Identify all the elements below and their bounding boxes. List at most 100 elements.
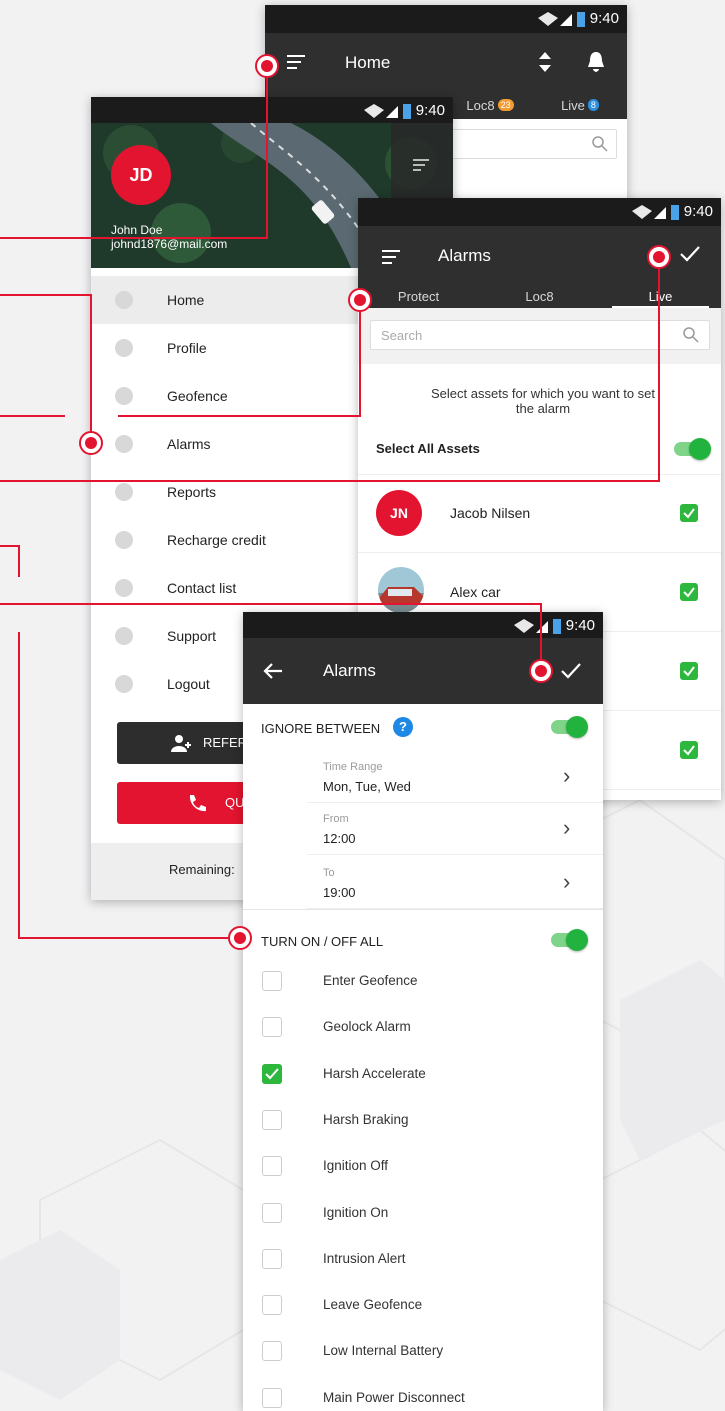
alarm-option-checkbox[interactable] — [262, 1063, 282, 1084]
check-icon — [683, 508, 695, 519]
alarm-option-checkbox[interactable] — [262, 1295, 282, 1316]
chevron-right-icon: › — [563, 815, 571, 840]
status-bar: 9:40 — [243, 612, 603, 638]
divider — [243, 909, 603, 910]
menu-icon[interactable] — [382, 250, 400, 264]
alarm-option-label: Intrusion Alert — [323, 1250, 406, 1266]
status-time: 9:40 — [415, 102, 445, 119]
alarm-option-row[interactable]: Leave Geofence — [243, 1281, 603, 1327]
alarm-option-label: Enter Geofence — [323, 973, 418, 988]
signal-icon — [631, 204, 666, 219]
asset-checkbox[interactable] — [680, 583, 698, 601]
turn-all-toggle[interactable] — [551, 929, 588, 951]
bell-icon[interactable] — [587, 52, 605, 72]
alarm-option-label: Main Power Disconnect — [323, 1389, 465, 1405]
alarm-option-checkbox[interactable] — [262, 1017, 282, 1038]
alarms-tabs: Protect Loc8 Live — [358, 284, 721, 308]
alarm-option-row[interactable]: Enter Geofence — [243, 957, 603, 1003]
alarm-option-label: Leave Geofence — [323, 1297, 423, 1313]
geofence-icon — [115, 387, 133, 405]
from-value: 12:00 — [323, 831, 356, 846]
to-label: To — [323, 867, 335, 879]
alarm-option-row[interactable]: Harsh Braking — [243, 1096, 603, 1142]
ignore-between-toggle[interactable] — [551, 716, 588, 738]
loc8-badge: 23 — [497, 99, 514, 111]
time-range-value: Mon, Tue, Wed — [323, 779, 411, 794]
back-arrow-icon[interactable] — [263, 662, 283, 680]
callout-line — [0, 237, 268, 239]
tab-live[interactable]: Live — [600, 284, 721, 308]
settings-title: Alarms — [323, 661, 376, 680]
alarm-option-checkbox[interactable] — [262, 1202, 282, 1223]
callout-marker — [529, 659, 553, 683]
sidebar-item-label: Logout — [167, 676, 210, 692]
status-bar: 9:40 — [265, 5, 627, 33]
callout-marker — [79, 431, 103, 455]
sort-icon[interactable] — [539, 52, 551, 72]
to-row[interactable]: To 19:00 › — [307, 856, 603, 909]
alarm-option-checkbox[interactable] — [262, 1109, 282, 1130]
alarm-option-row[interactable]: Geolock Alarm — [243, 1003, 603, 1049]
alarm-option-checkbox[interactable] — [262, 1341, 282, 1362]
asset-checkbox[interactable] — [680, 662, 698, 680]
sidebar-item-label: Profile — [167, 340, 207, 356]
chevron-right-icon: › — [563, 763, 571, 788]
tab-loc8[interactable]: Loc8 — [479, 284, 600, 308]
chevron-right-icon: › — [563, 869, 571, 894]
check-icon — [265, 1067, 279, 1080]
alarms-title: Alarms — [438, 246, 491, 265]
status-time: 9:40 — [589, 10, 619, 27]
callout-line — [18, 937, 240, 939]
signal-icon — [363, 103, 398, 118]
asset-checkbox[interactable] — [680, 741, 698, 759]
user-name: John Doe — [111, 223, 163, 237]
battery-icon — [576, 11, 585, 27]
sidebar-item-label: Reports — [167, 484, 217, 500]
home-search-input[interactable] — [445, 129, 617, 159]
alarm-option-row[interactable]: Main Power Disconnect — [243, 1374, 603, 1411]
help-icon[interactable]: ? — [393, 717, 413, 737]
tab-loc8[interactable]: Loc8 23 — [455, 91, 525, 119]
alarm-icon — [115, 435, 133, 453]
alarm-option-row[interactable]: Harsh Accelerate — [243, 1050, 603, 1096]
battery-icon — [670, 204, 679, 220]
turn-all-label: TURN ON / OFF ALL — [261, 934, 384, 949]
sidebar-item-label: Alarms — [167, 436, 211, 452]
search-icon — [683, 327, 699, 343]
check-icon[interactable] — [561, 663, 581, 679]
callout-line — [266, 66, 268, 239]
check-icon[interactable] — [680, 246, 700, 262]
menu-icon — [413, 159, 429, 171]
callout-line — [0, 480, 660, 482]
alarm-option-label: Harsh Accelerate — [323, 1065, 426, 1081]
status-bar: 9:40 — [358, 198, 721, 226]
callout-line — [0, 294, 92, 296]
contacts-icon — [115, 579, 133, 597]
alarm-option-checkbox[interactable] — [262, 1248, 282, 1269]
status-time: 9:40 — [683, 203, 713, 220]
alarm-option-checkbox[interactable] — [262, 1387, 282, 1408]
time-range-row[interactable]: Time Range Mon, Tue, Wed › — [307, 752, 603, 803]
tab-live[interactable]: Live 8 — [545, 91, 615, 119]
alarm-option-checkbox[interactable] — [262, 1156, 282, 1177]
signal-icon — [513, 618, 548, 633]
alarm-option-row[interactable]: Ignition On — [243, 1189, 603, 1235]
check-icon — [683, 666, 695, 677]
alarm-option-row[interactable]: Low Internal Battery — [243, 1327, 603, 1373]
asset-checkbox[interactable] — [680, 504, 698, 522]
user-email: johnd1876@mail.com — [111, 237, 228, 251]
menu-icon[interactable] — [287, 55, 305, 69]
select-all-row[interactable]: Select All Assets — [358, 424, 721, 475]
signal-icon — [537, 11, 572, 26]
sidebar-item-label: Home — [167, 292, 205, 308]
select-all-toggle[interactable] — [674, 438, 711, 460]
from-row[interactable]: From 12:00 › — [307, 804, 603, 855]
alarm-option-checkbox[interactable] — [262, 971, 282, 991]
alarms-settings-screen: 9:40 Alarms IGNORE BETWEEN ? Time Range … — [243, 612, 603, 1411]
alarm-option-row[interactable]: Intrusion Alert — [243, 1235, 603, 1281]
alarm-option-row[interactable]: Ignition Off — [243, 1142, 603, 1188]
asset-row[interactable]: JN Jacob Nilsen — [358, 474, 721, 553]
remaining-label: Remaining: — [169, 862, 235, 877]
tab-protect[interactable]: Protect — [358, 284, 479, 308]
alarm-option-label: Geolock Alarm — [323, 1019, 411, 1035]
